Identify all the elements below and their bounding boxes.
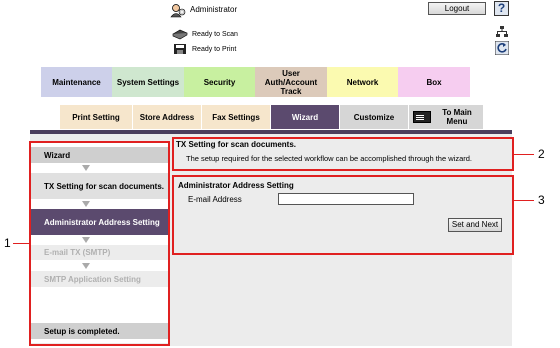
callout-box-1: [29, 141, 170, 346]
printer-icon: [174, 44, 186, 54]
callout-line-1: [13, 243, 29, 244]
sub-tab-bar: Print Setting Store Address Fax Settings…: [60, 105, 484, 129]
tab-customize[interactable]: Customize: [340, 105, 408, 129]
to-main-menu-button[interactable]: To Main Menu: [409, 105, 483, 129]
refresh-icon[interactable]: [495, 41, 509, 55]
tab-label: Fax Settings: [212, 112, 260, 122]
tab-label: Wizard: [291, 112, 319, 122]
print-status: Ready to Print: [172, 43, 236, 55]
scanner-icon: [172, 29, 188, 40]
scan-status: Ready to Scan: [172, 28, 238, 40]
tab-store-address[interactable]: Store Address: [133, 105, 201, 129]
logout-button[interactable]: Logout: [428, 2, 486, 15]
tab-fax-settings[interactable]: Fax Settings: [202, 105, 270, 129]
tab-label: Customize: [353, 112, 395, 122]
tab-wizard[interactable]: Wizard: [271, 105, 339, 129]
main-tab-bar: Maintenance System Settings Security Use…: [41, 67, 470, 97]
network-icon: [496, 26, 508, 37]
tab-label: Print Setting: [72, 112, 120, 122]
administrator-icon: [170, 4, 186, 18]
tab-label: To Main Menu: [442, 108, 472, 126]
tab-label: Security: [203, 77, 236, 87]
web-connection-page: Administrator Logout ? Ready to Scan Rea…: [0, 0, 560, 348]
callout-line-3: [514, 200, 534, 201]
tab-box[interactable]: Box: [398, 67, 470, 97]
tab-label: User Auth/Account Track: [264, 68, 318, 96]
callout-line-2: [514, 154, 534, 155]
main-menu-icon: [413, 111, 431, 123]
scan-status-text: Ready to Scan: [192, 30, 238, 38]
callout-number-1: 1: [4, 236, 11, 250]
callout-box-3: [172, 175, 514, 255]
tab-security[interactable]: Security: [184, 67, 255, 97]
tab-label: Network: [346, 77, 379, 87]
tab-label: Maintenance: [52, 77, 101, 87]
help-icon[interactable]: ?: [494, 1, 509, 16]
callout-box-2: [172, 137, 514, 171]
tab-label: Store Address: [139, 112, 195, 122]
tab-label: System Settings: [116, 77, 180, 87]
callout-number-3: 3: [538, 193, 545, 207]
user-name: Administrator: [190, 5, 238, 14]
tab-user-auth[interactable]: User Auth/Account Track: [255, 67, 327, 97]
tab-network[interactable]: Network: [327, 67, 398, 97]
tab-label: Box: [426, 77, 442, 87]
print-status-text: Ready to Print: [192, 45, 237, 53]
tab-system-settings[interactable]: System Settings: [112, 67, 184, 97]
tab-print-setting[interactable]: Print Setting: [60, 105, 132, 129]
tab-maintenance[interactable]: Maintenance: [41, 67, 112, 97]
callout-number-2: 2: [538, 147, 545, 161]
